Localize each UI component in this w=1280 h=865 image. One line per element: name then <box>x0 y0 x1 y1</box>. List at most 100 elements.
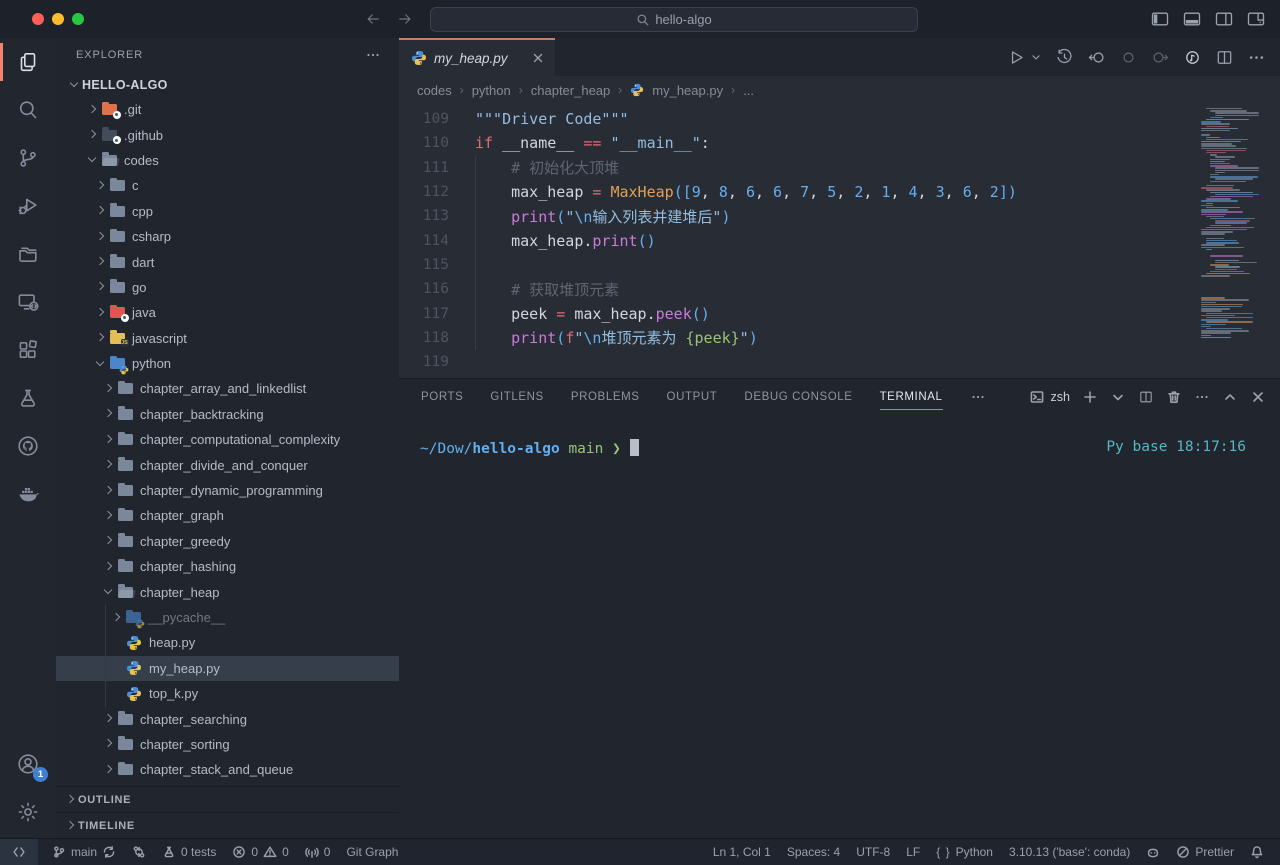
tree-item-chapter_computational_complexity[interactable]: chapter_computational_complexity <box>56 427 399 452</box>
status-remote-indicator[interactable] <box>0 839 38 865</box>
activity-testing[interactable] <box>0 374 56 422</box>
status-git-graph[interactable]: Git Graph <box>338 839 406 865</box>
explorer-more-icon[interactable] <box>365 47 381 63</box>
activity-github[interactable] <box>0 422 56 470</box>
tree-item-go[interactable]: go <box>56 275 399 300</box>
command-center-search[interactable]: hello-algo <box>430 7 918 32</box>
tree-item-dart[interactable]: dart <box>56 249 399 274</box>
tree-item-javascript[interactable]: JSjavascript <box>56 326 399 351</box>
panel-tab-gitlens[interactable]: GITLENS <box>490 379 543 415</box>
ellipsis-icon[interactable] <box>1194 389 1210 405</box>
tree-item-python[interactable]: python <box>56 351 399 376</box>
chevron-down-icon[interactable] <box>1110 389 1126 405</box>
panel-bottom-icon[interactable] <box>1182 9 1202 29</box>
tree-item-__pycache__[interactable]: __pycache__ <box>56 605 399 630</box>
panel-tab-problems[interactable]: PROBLEMS <box>571 379 640 415</box>
section-outline[interactable]: OUTLINE <box>56 786 399 812</box>
activity-settings[interactable] <box>0 788 56 836</box>
status-indentation[interactable]: Spaces: 4 <box>779 845 848 859</box>
panel-tab-debug-console[interactable]: DEBUG CONSOLE <box>744 379 852 415</box>
tree-item-chapter_dynamic_programming[interactable]: chapter_dynamic_programming <box>56 478 399 503</box>
circle-back-icon[interactable] <box>1087 48 1106 67</box>
status-cursor-position[interactable]: Ln 1, Col 1 <box>705 845 779 859</box>
tree-item-my_heap.py[interactable]: my_heap.py <box>56 656 399 681</box>
tree-item-chapter_searching[interactable]: chapter_searching <box>56 706 399 731</box>
chevron-down-icon[interactable] <box>1030 51 1042 63</box>
layout-icon[interactable] <box>1246 9 1266 29</box>
history-icon[interactable] <box>1055 48 1074 67</box>
split-icon[interactable] <box>1215 48 1234 67</box>
arrow-right-icon[interactable] <box>396 10 414 28</box>
status-python-interpreter[interactable]: 3.10.13 ('base': conda) <box>1001 845 1138 859</box>
tree-item-csharp[interactable]: csharp <box>56 224 399 249</box>
status-prettier[interactable]: Prettier <box>1168 845 1242 859</box>
status-git-branch[interactable]: main <box>44 839 124 865</box>
workspace-root[interactable]: HELLO-ALGO <box>56 72 399 97</box>
minimap[interactable] <box>1198 106 1264 342</box>
traffic-zoom-button[interactable] <box>72 13 84 25</box>
status-copilot[interactable] <box>1138 845 1168 859</box>
tree-item-chapter_backtracking[interactable]: chapter_backtracking <box>56 402 399 427</box>
arrow-left-icon[interactable] <box>364 10 382 28</box>
traffic-minimize-button[interactable] <box>52 13 64 25</box>
section-timeline[interactable]: TIMELINE <box>56 812 399 838</box>
tree-item-java[interactable]: java <box>56 300 399 325</box>
tree-item-heap.py[interactable]: heap.py <box>56 630 399 655</box>
panel-right-icon[interactable] <box>1214 9 1234 29</box>
status-tests[interactable]: 0 tests <box>154 839 224 865</box>
status-encoding[interactable]: UTF-8 <box>848 845 898 859</box>
activity-accounts[interactable]: 1 <box>0 740 56 788</box>
activity-extensions[interactable] <box>0 326 56 374</box>
tree-item-chapter_hashing[interactable]: chapter_hashing <box>56 554 399 579</box>
run-icon[interactable] <box>1007 48 1026 67</box>
status-notifications[interactable] <box>1242 845 1272 859</box>
tree-item-chapter_array_and_linkedlist[interactable]: chapter_array_and_linkedlist <box>56 376 399 401</box>
activity-run-and-debug[interactable] <box>0 182 56 230</box>
panel-left-icon[interactable] <box>1150 9 1170 29</box>
ellipsis-icon[interactable] <box>1247 48 1266 67</box>
breadcrumb-item[interactable]: codes <box>417 83 452 98</box>
activity-search[interactable] <box>0 86 56 134</box>
tree-item-chapter_heap[interactable]: chapter_heap <box>56 579 399 604</box>
tree-item-.github[interactable]: .github <box>56 122 399 147</box>
panel-more-icon[interactable] <box>970 389 986 405</box>
tree-item-chapter_graph[interactable]: chapter_graph <box>56 503 399 528</box>
trash-icon[interactable] <box>1166 389 1182 405</box>
breadcrumb-item[interactable]: chapter_heap <box>531 83 611 98</box>
status-ports[interactable]: 0 <box>297 839 339 865</box>
tree-item-.git[interactable]: .git <box>56 97 399 122</box>
tree-item-chapter_divide_and_conquer[interactable]: chapter_divide_and_conquer <box>56 452 399 477</box>
tree-item-c[interactable]: c <box>56 173 399 198</box>
status-gitlens-compare[interactable] <box>124 839 154 865</box>
panel-tab-ports[interactable]: PORTS <box>421 379 463 415</box>
circle-icon[interactable] <box>1119 48 1138 67</box>
breadcrumb-item[interactable]: ... <box>743 83 754 98</box>
activity-source-control[interactable] <box>0 134 56 182</box>
status-language-mode[interactable]: { }Python <box>928 845 1001 859</box>
terminal-content[interactable]: ~/Dow/hello-algo main ❯ Py base 18:17:16 <box>399 415 1280 457</box>
breadcrumb-item[interactable]: my_heap.py <box>652 83 723 98</box>
annotations-icon[interactable] <box>1183 48 1202 67</box>
activity-remote-explorer[interactable] <box>0 278 56 326</box>
activity-docker[interactable] <box>0 470 56 518</box>
tree-item-codes[interactable]: codes <box>56 148 399 173</box>
status-eol[interactable]: LF <box>898 845 928 859</box>
tab-my-heap[interactable]: my_heap.py <box>399 38 555 76</box>
circle-forward-icon[interactable] <box>1151 48 1170 67</box>
activity-project-folders[interactable] <box>0 230 56 278</box>
tree-item-chapter_sorting[interactable]: chapter_sorting <box>56 732 399 757</box>
traffic-close-button[interactable] <box>32 13 44 25</box>
panel-tab-output[interactable]: OUTPUT <box>667 379 718 415</box>
close-icon[interactable] <box>1250 389 1266 405</box>
close-icon[interactable] <box>531 51 545 65</box>
tree-item-chapter_stack_and_queue[interactable]: chapter_stack_and_queue <box>56 757 399 782</box>
tree-item-cpp[interactable]: cpp <box>56 199 399 224</box>
tree-item-top_k.py[interactable]: top_k.py <box>56 681 399 706</box>
chevron-up-icon[interactable] <box>1222 389 1238 405</box>
breadcrumb-item[interactable]: python <box>472 83 511 98</box>
code-area[interactable]: 109"""Driver Code"""110if __name__ == "_… <box>399 104 1280 378</box>
panel-tab-terminal[interactable]: TERMINAL <box>880 379 943 415</box>
split-icon[interactable] <box>1138 389 1154 405</box>
tree-item-chapter_greedy[interactable]: chapter_greedy <box>56 529 399 554</box>
activity-explorer[interactable] <box>0 38 56 86</box>
